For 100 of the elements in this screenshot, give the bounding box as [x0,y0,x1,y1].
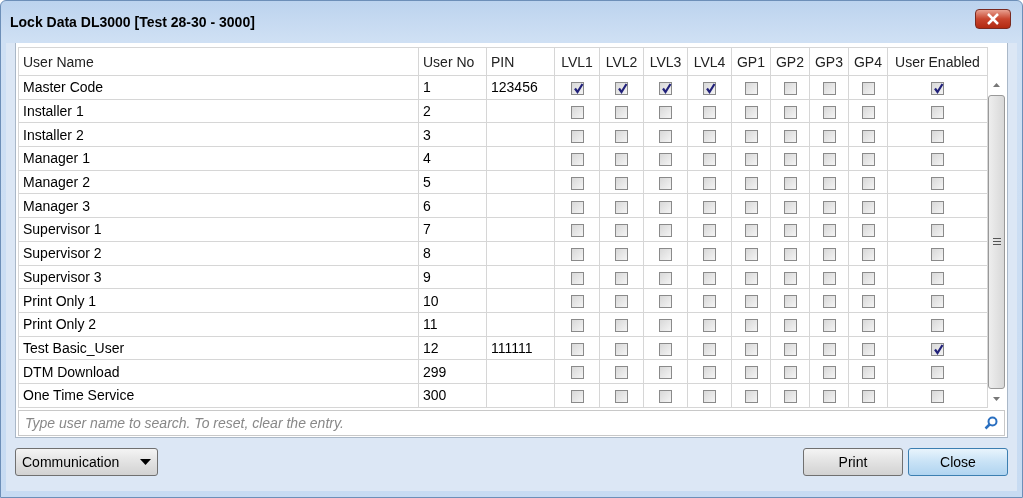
checkbox[interactable] [703,342,716,356]
checkbox[interactable] [931,129,944,143]
checkbox[interactable] [822,224,836,238]
checkbox[interactable] [744,295,758,309]
checkbox[interactable] [861,342,875,356]
checkbox[interactable] [570,295,584,309]
checkbox[interactable] [861,224,875,238]
checkbox[interactable] [615,366,628,380]
checkbox[interactable] [861,153,875,167]
checkbox[interactable] [822,129,836,143]
checkbox[interactable] [783,176,797,190]
checkbox[interactable] [931,153,944,167]
column-header[interactable]: LVL1 [554,47,600,76]
checkbox[interactable] [570,390,584,404]
checkbox[interactable] [659,390,672,404]
checkbox[interactable] [659,176,672,190]
checkbox[interactable] [783,105,797,119]
column-header[interactable]: User No [418,47,487,76]
checkbox[interactable] [783,224,797,238]
checkbox[interactable] [570,129,584,143]
column-header[interactable]: User Name [18,47,419,76]
checkbox[interactable] [744,82,758,96]
checkbox[interactable] [861,366,875,380]
checkbox[interactable] [822,319,836,332]
column-header[interactable]: GP2 [770,47,810,76]
checkbox[interactable] [744,271,758,285]
checkbox[interactable] [570,247,584,261]
checkbox[interactable] [703,129,716,143]
checkbox[interactable] [783,295,797,309]
checkbox[interactable] [744,224,758,238]
checkbox[interactable] [861,271,875,285]
checkbox[interactable] [861,200,875,214]
checkbox[interactable] [822,105,836,119]
checkbox[interactable] [570,224,584,238]
checkbox[interactable] [703,247,716,261]
checkbox[interactable] [703,82,716,96]
checkbox[interactable] [703,295,716,309]
checkbox[interactable] [659,342,672,356]
checkbox[interactable] [744,247,758,261]
checkbox[interactable] [783,366,797,380]
checkbox[interactable] [744,105,758,119]
checkbox[interactable] [703,271,716,285]
checkbox[interactable] [615,390,628,404]
checkbox[interactable] [703,319,716,332]
checkbox[interactable] [861,319,875,332]
checkbox[interactable] [570,82,584,96]
checkbox[interactable] [744,176,758,190]
checkbox[interactable] [703,366,716,380]
communication-dropdown[interactable]: Communication [15,448,158,477]
checkbox[interactable] [659,105,672,119]
checkbox[interactable] [659,153,672,167]
checkbox[interactable] [861,129,875,143]
search-field[interactable]: Type user name to search. To reset, clear the entry. [18,409,1005,436]
checkbox[interactable] [861,247,875,261]
checkbox[interactable] [659,200,672,214]
checkbox[interactable] [744,319,758,332]
checkbox[interactable] [861,176,875,190]
checkbox[interactable] [615,129,628,143]
checkbox[interactable] [703,153,716,167]
checkbox[interactable] [703,105,716,119]
checkbox[interactable] [822,390,836,404]
checkbox[interactable] [615,271,628,285]
column-header[interactable]: GP1 [731,47,771,76]
checkbox[interactable] [931,176,944,190]
checkbox[interactable] [931,295,944,309]
checkbox[interactable] [931,224,944,238]
checkbox[interactable] [615,342,628,356]
checkbox[interactable] [615,224,628,238]
checkbox[interactable] [783,390,797,404]
checkbox[interactable] [703,176,716,190]
scroll-thumb[interactable] [988,95,1005,389]
checkbox[interactable] [931,390,944,404]
checkbox[interactable] [783,342,797,356]
checkbox[interactable] [570,366,584,380]
checkbox[interactable] [659,366,672,380]
checkbox[interactable] [659,319,672,332]
checkbox[interactable] [615,105,628,119]
column-header[interactable]: GP3 [809,47,849,76]
checkbox[interactable] [931,82,944,96]
checkbox[interactable] [615,295,628,309]
checkbox[interactable] [783,129,797,143]
checkbox[interactable] [931,342,944,356]
checkbox[interactable] [744,366,758,380]
checkbox[interactable] [931,105,944,119]
checkbox[interactable] [659,271,672,285]
checkbox[interactable] [861,105,875,119]
checkbox[interactable] [659,129,672,143]
checkbox[interactable] [659,295,672,309]
checkbox[interactable] [822,82,836,96]
checkbox[interactable] [615,319,628,332]
checkbox[interactable] [861,295,875,309]
checkbox[interactable] [931,366,944,380]
checkbox[interactable] [570,105,584,119]
checkbox[interactable] [931,247,944,261]
checkbox[interactable] [570,176,584,190]
checkbox[interactable] [822,153,836,167]
checkbox[interactable] [744,153,758,167]
checkbox[interactable] [783,153,797,167]
checkbox[interactable] [570,342,584,356]
checkbox[interactable] [703,390,716,404]
